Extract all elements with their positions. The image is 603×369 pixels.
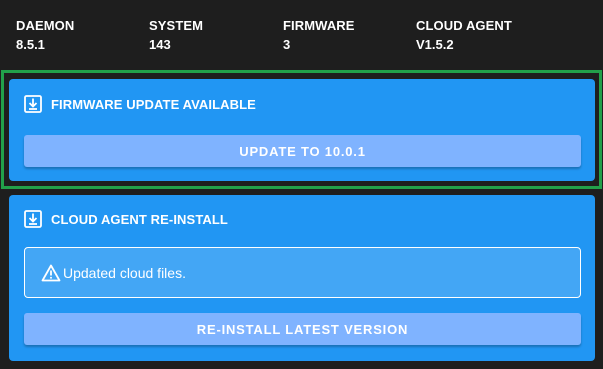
version-label: CLOUD AGENT — [416, 18, 512, 33]
alert-message: Updated cloud files. — [63, 264, 186, 281]
download-icon — [24, 95, 42, 113]
version-system: SYSTEM 143 — [149, 18, 203, 53]
version-label: SYSTEM — [149, 18, 204, 33]
reinstall-latest-version-button[interactable]: RE-INSTALL LATEST VERSION — [24, 313, 581, 345]
version-label: FIRMWARE — [283, 18, 355, 33]
card-title: FIRMWARE UPDATE AVAILABLE — [51, 96, 256, 112]
card-header: FIRMWARE UPDATE AVAILABLE — [24, 94, 256, 114]
version-value: V1.5.2 — [416, 37, 454, 52]
version-value: 8.5.1 — [16, 37, 45, 52]
warning-icon — [41, 264, 61, 281]
update-firmware-button[interactable]: UPDATE TO 10.0.1 — [24, 135, 581, 167]
firmware-update-card: FIRMWARE UPDATE AVAILABLE UPDATE TO 10.0… — [9, 79, 595, 181]
version-cloud-agent: CLOUD AGENT V1.5.2 — [416, 18, 512, 53]
cloud-agent-reinstall-card: CLOUD AGENT RE-INSTALL Updated cloud fil… — [9, 195, 595, 361]
version-daemon: DAEMON 8.5.1 — [16, 18, 74, 53]
card-title: CLOUD AGENT RE-INSTALL — [51, 211, 228, 227]
version-value: 143 — [149, 37, 171, 52]
card-header: CLOUD AGENT RE-INSTALL — [24, 209, 228, 229]
info-alert: Updated cloud files. — [24, 247, 581, 298]
version-info-bar: DAEMON 8.5.1 SYSTEM 143 FIRMWARE 3 CLOUD… — [0, 0, 603, 70]
version-firmware: FIRMWARE 3 — [283, 18, 355, 53]
version-label: DAEMON — [16, 18, 75, 33]
version-value: 3 — [283, 37, 291, 52]
download-icon — [24, 210, 42, 228]
